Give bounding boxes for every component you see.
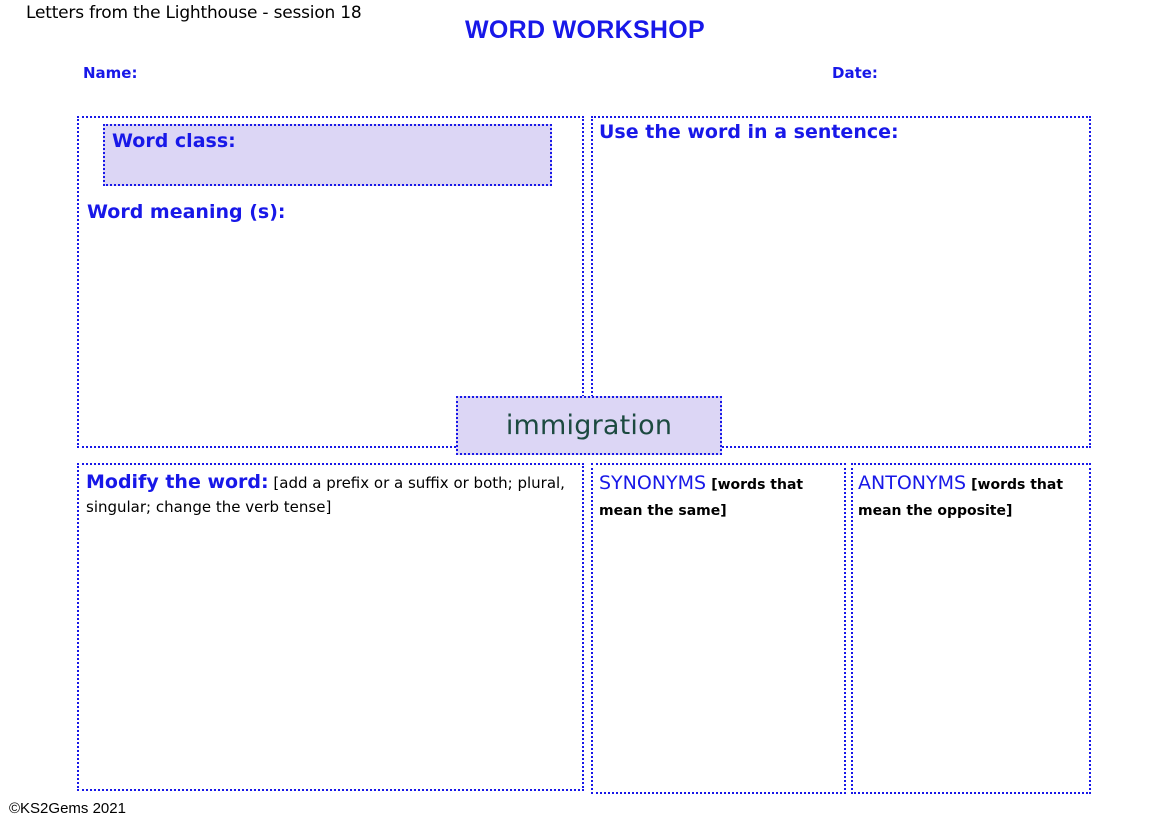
name-field-label: Name: <box>83 64 138 82</box>
synonyms-prompt: SYNONYMS [words that mean the same] <box>599 469 840 522</box>
modify-word-prompt: Modify the word: [add a prefix or a suff… <box>86 469 566 518</box>
modify-word-heading: Modify the word: <box>86 471 269 493</box>
date-field-label: Date: <box>832 64 878 82</box>
word-meaning-label: Word meaning (s): <box>87 201 286 223</box>
antonyms-prompt: ANTONYMS [words that mean the opposite] <box>858 469 1086 522</box>
copyright-notice: ©KS2Gems 2021 <box>9 800 126 817</box>
focus-word-chip: immigration <box>456 396 722 455</box>
antonyms-heading: ANTONYMS <box>858 472 967 494</box>
page-title: WORD WORKSHOP <box>465 16 705 44</box>
word-class-label: Word class: <box>112 130 236 152</box>
focus-word-text: immigration <box>505 410 673 441</box>
sentence-prompt-label: Use the word in a sentence: <box>599 121 899 143</box>
synonyms-heading: SYNONYMS <box>599 472 707 494</box>
